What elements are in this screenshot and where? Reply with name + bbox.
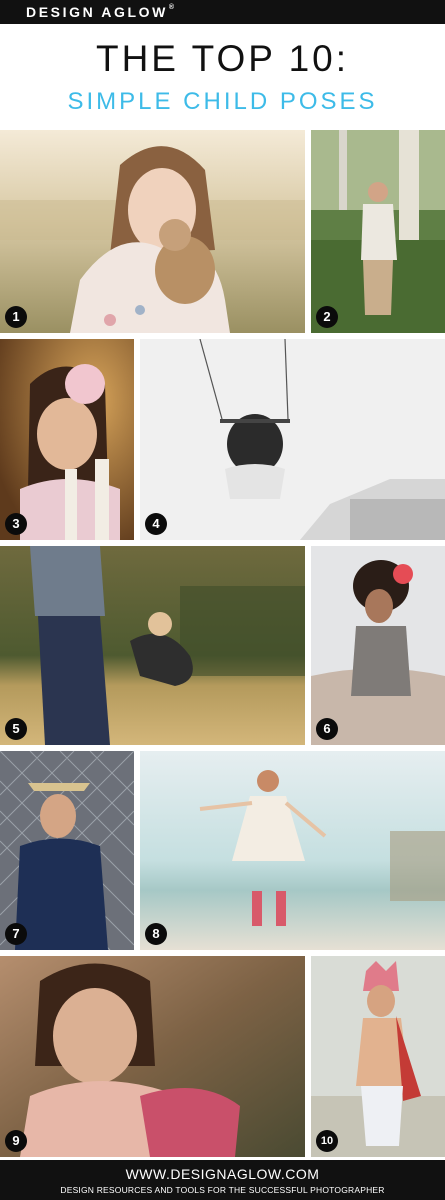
photo-7: 7: [0, 751, 134, 950]
photo-8: 8: [140, 751, 445, 950]
pose-number-2: 2: [316, 306, 338, 328]
photo-5-image: [0, 546, 305, 745]
footer-bar: WWW.DESIGNAGLOW.COM DESIGN RESOURCES AND…: [0, 1160, 445, 1200]
photo-3: 3: [0, 339, 134, 540]
photo-10-image: [311, 956, 445, 1157]
photo-1: 1: [0, 130, 305, 333]
pose-number-3: 3: [5, 513, 27, 535]
pose-number-9: 9: [5, 1130, 27, 1152]
pose-number-10: 10: [316, 1130, 338, 1152]
footer-tagline: DESIGN RESOURCES AND TOOLS FOR THE SUCCE…: [60, 1185, 385, 1195]
photo-10: 10: [311, 956, 445, 1157]
pose-number-1: 1: [5, 306, 27, 328]
brand-logo: DESIGN AGLOW®: [26, 4, 174, 20]
photo-9-image: [0, 956, 305, 1157]
photo-1-image: [0, 130, 305, 333]
photo-9: 9: [0, 956, 305, 1157]
photo-7-image: [0, 751, 134, 950]
photo-2: 2: [311, 130, 445, 333]
page-title: THE TOP 10:: [95, 38, 350, 79]
photo-4: 4: [140, 339, 445, 540]
photo-2-image: [311, 130, 445, 333]
registered-mark: ®: [168, 4, 175, 11]
photo-3-image: [0, 339, 134, 540]
photo-6-image: [311, 546, 445, 745]
photo-5: 5: [0, 546, 305, 745]
photo-8-image: [140, 751, 445, 950]
pose-number-6: 6: [316, 718, 338, 740]
photo-4-image: [140, 339, 445, 540]
footer-website: WWW.DESIGNAGLOW.COM: [125, 1166, 320, 1182]
pose-number-4: 4: [145, 513, 167, 535]
photo-6: 6: [311, 546, 445, 745]
brand-name: DESIGN AGLOW: [26, 4, 168, 20]
pose-number-5: 5: [5, 718, 27, 740]
pose-number-7: 7: [5, 923, 27, 945]
pose-number-8: 8: [145, 923, 167, 945]
page-subtitle: SIMPLE CHILD POSES: [67, 88, 378, 115]
top-bar: DESIGN AGLOW®: [0, 0, 445, 24]
